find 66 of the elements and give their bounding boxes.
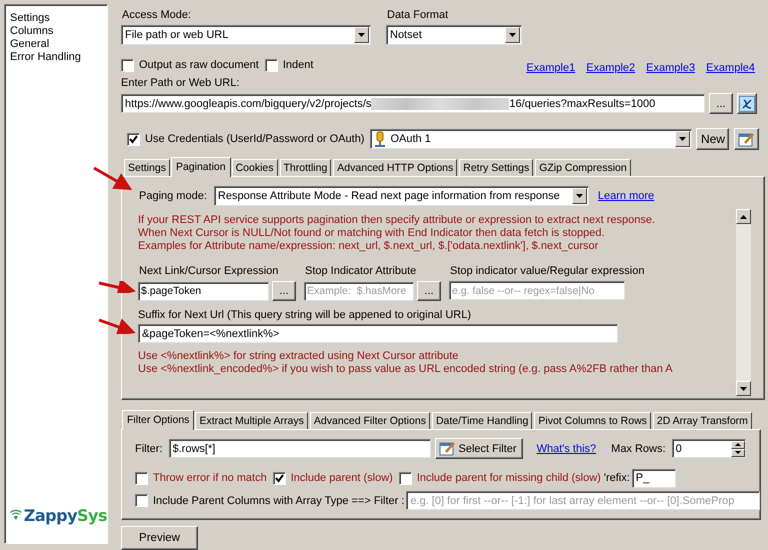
- tab[interactable]: Cookies: [232, 159, 278, 176]
- tab[interactable]: GZip Compression: [535, 159, 631, 176]
- checkbox-label: Include parent for missing child (slow): [416, 472, 601, 484]
- browse-button[interactable]: ...: [709, 93, 733, 114]
- help-text: Use <%nextlink%> for string extracted using Next Cursor attribute: [138, 350, 460, 363]
- help-text: Examples for Attribute name/expression: next_url, $.next_url, $.['odata.nextlink'], $.next_cursor: [138, 240, 600, 253]
- field-label: Stop Indicator Attribute: [305, 265, 416, 277]
- browse-button[interactable]: ...: [417, 281, 441, 301]
- logo-text: ZappySys: [24, 506, 107, 524]
- example-link[interactable]: Example1: [526, 62, 576, 74]
- help-text: Use <%nextlink_encoded%> if you wish to pass value as URL encoded string (e.g. pass A%2FB rather than A: [138, 363, 674, 376]
- tab[interactable]: Advanced HTTP Options: [333, 159, 458, 176]
- tab[interactable]: Pagination: [170, 157, 231, 177]
- field-label: Suffix for Next Url (This query string will be appened to original URL): [138, 309, 472, 321]
- sidebar-item[interactable]: Columns: [10, 25, 107, 38]
- field-label: Max Rows:: [611, 442, 666, 454]
- tab[interactable]: Date/Time Handling: [432, 412, 532, 429]
- input-field[interactable]: Example: $.hasMore: [304, 282, 414, 300]
- checkbox-label: Include Parent Columns with Array Type ==> Filter :: [153, 494, 404, 506]
- url-field[interactable]: https://www.googleapis.com/bigquery/v2/projects/s 16/queries?maxResults=1000: [121, 94, 705, 113]
- suffix-field[interactable]: &pageToken=<%nextlink%>: [138, 324, 618, 343]
- field-label: Filter:: [135, 442, 162, 454]
- example-link[interactable]: Example4: [706, 62, 755, 74]
- sidebar-item[interactable]: Settings: [10, 12, 107, 25]
- field-label: Enter Path or Web URL:: [121, 77, 240, 89]
- tab[interactable]: Throttling: [280, 159, 332, 176]
- preview-button[interactable]: Preview: [121, 526, 198, 550]
- checkbox-label: Throw error if no match: [153, 472, 267, 484]
- checkbox-label: Use Credentials (UserId/Password or OAuth): [145, 133, 364, 145]
- max-rows-spinner[interactable]: 0: [672, 439, 746, 458]
- tab[interactable]: 2D Array Transform: [652, 412, 752, 429]
- tab[interactable]: Advanced Filter Options: [310, 412, 430, 429]
- help-text: If your REST API service supports pagination then specify attribute or expression to extract next response.: [138, 214, 656, 227]
- tab[interactable]: Settings: [124, 159, 170, 176]
- filter-field[interactable]: $.rows[*]: [168, 439, 430, 458]
- field-label: Stop indicator value/Regular expression: [450, 265, 644, 277]
- example-link[interactable]: Example2: [586, 62, 636, 74]
- tab[interactable]: Filter Options: [122, 410, 194, 430]
- input-field[interactable]: $.pageToken: [138, 282, 269, 300]
- new-button[interactable]: New: [696, 128, 730, 150]
- help-link[interactable]: What's this?: [536, 442, 596, 454]
- select-filter-button[interactable]: Select Filter: [434, 438, 523, 459]
- paging-mode-dropdown[interactable]: Response Attribute Mode - Read next page information from response: [214, 186, 589, 206]
- prefix-field[interactable]: P_: [632, 468, 676, 488]
- field-label: Data Format: [387, 9, 448, 21]
- tab[interactable]: Retry Settings: [459, 159, 534, 176]
- learn-more-link[interactable]: Learn more: [598, 190, 654, 202]
- sidebar-item[interactable]: General: [10, 38, 107, 51]
- access-mode-dropdown[interactable]: File path or web URL: [121, 25, 371, 45]
- field-label: Next Link/Cursor Expression: [139, 265, 278, 277]
- example-link[interactable]: Example3: [646, 62, 696, 74]
- sidebar-item[interactable]: Error Handling: [10, 51, 107, 64]
- data-format-dropdown[interactable]: Notset: [386, 25, 522, 45]
- array-filter-field[interactable]: e.g. [0] for first --or-- [-1:] for last array element --or-- [0].SomeProp: [406, 491, 760, 510]
- input-field[interactable]: e.g. false --or-- regex=false|No: [449, 281, 625, 300]
- field-label: 'refix:: [604, 472, 630, 484]
- field-label: Access Mode:: [122, 9, 192, 21]
- checkbox-label: Indent: [282, 59, 314, 71]
- connection-dropdown[interactable]: OAuth 1: [370, 129, 692, 149]
- tab[interactable]: Extract Multiple Arrays: [195, 412, 308, 429]
- help-text: When Next Cursor is NULL/Not found or matching with End Indicator then data fetch is stopped.: [138, 227, 606, 240]
- checkbox-label: Output as raw document: [139, 59, 259, 71]
- browse-button[interactable]: ...: [272, 281, 296, 301]
- checkbox-label: Include parent (slow): [290, 472, 393, 484]
- field-label: Paging mode:: [139, 190, 207, 202]
- tab[interactable]: Pivot Columns to Rows: [534, 412, 651, 429]
